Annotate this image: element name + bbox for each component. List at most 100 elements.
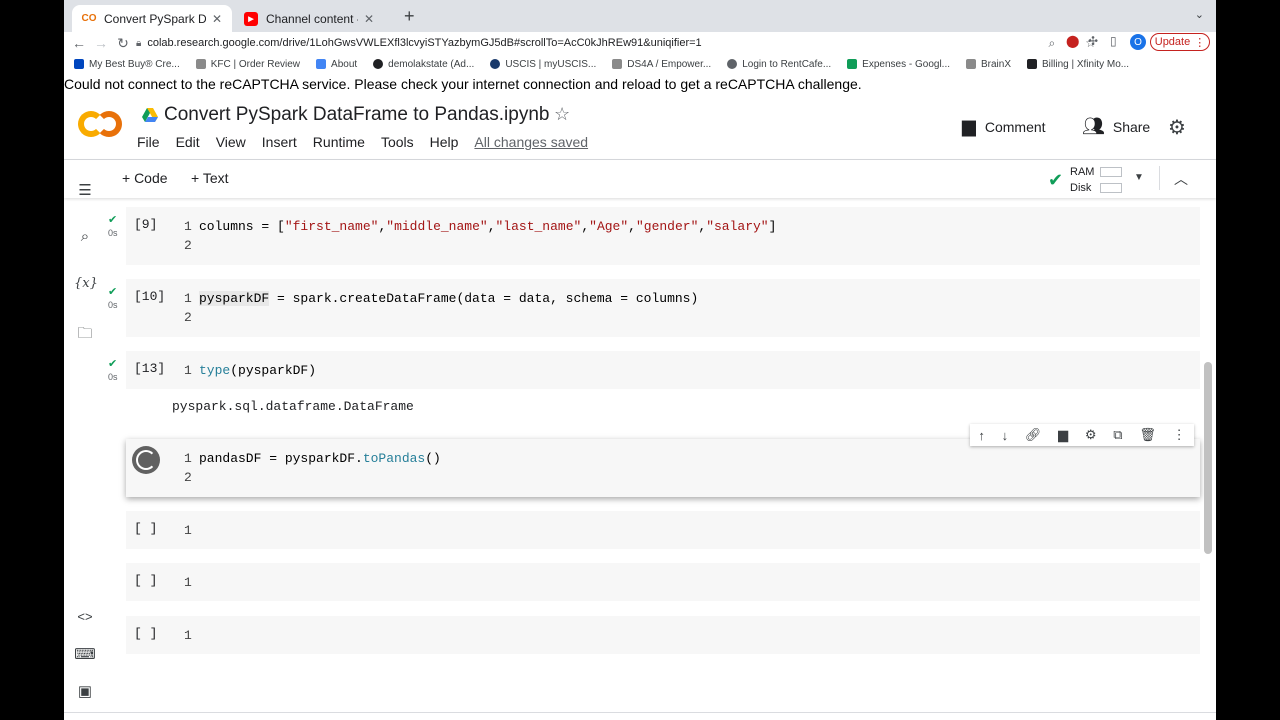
connected-check-icon[interactable]: ✔ bbox=[1048, 170, 1063, 191]
execution-count[interactable]: [13] bbox=[134, 361, 165, 376]
code-token: pysparkDF bbox=[199, 291, 270, 306]
reload-icon[interactable]: ↻ bbox=[112, 35, 134, 52]
terminal-icon[interactable]: ▣ bbox=[74, 682, 96, 700]
zoom-icon[interactable]: ⌕ bbox=[1048, 36, 1055, 51]
bookmark-label: demolakstate (Ad... bbox=[388, 58, 475, 70]
scrollbar[interactable] bbox=[1204, 362, 1212, 554]
notebook-title[interactable]: Convert PySpark DataFrame to Pandas.ipyn… bbox=[164, 104, 549, 126]
divider bbox=[64, 712, 1216, 713]
add-text-button[interactable]: + Text bbox=[191, 170, 229, 186]
code-cell[interactable]: [ ] 1 bbox=[126, 563, 1200, 601]
new-tab-icon[interactable]: + bbox=[404, 6, 415, 27]
bookmark-item[interactable]: USCIS | myUSCIS... bbox=[490, 59, 596, 70]
forward-icon[interactable]: → bbox=[90, 35, 112, 51]
gear-icon[interactable]: ⚙ bbox=[1085, 427, 1097, 443]
save-status[interactable]: All changes saved bbox=[474, 134, 588, 150]
bookmark-item[interactable]: DS4A / Empower... bbox=[612, 59, 711, 70]
line-number: 1 bbox=[184, 291, 192, 306]
variables-icon[interactable]: {x} bbox=[74, 276, 98, 291]
profile-avatar[interactable]: O bbox=[1130, 34, 1146, 50]
move-up-icon[interactable]: ↑ bbox=[978, 428, 985, 443]
line-number: 1 bbox=[184, 628, 192, 643]
comment-button[interactable]: ▆ Comment bbox=[962, 116, 1046, 137]
execution-count[interactable]: [ ] bbox=[134, 573, 157, 588]
mirror-cell-icon[interactable]: ⧉ bbox=[1113, 427, 1122, 443]
share-button[interactable]: 👥︎ Share bbox=[1082, 116, 1150, 137]
update-button[interactable]: Update ⋮ bbox=[1150, 33, 1210, 51]
bookmark-label: USCIS | myUSCIS... bbox=[505, 58, 597, 70]
close-tab-icon[interactable]: ✕ bbox=[212, 12, 222, 26]
star-icon[interactable]: ☆ bbox=[554, 104, 570, 125]
more-icon[interactable]: ⋮ bbox=[1173, 427, 1186, 443]
puzzle-icon[interactable]: ✣ bbox=[1088, 34, 1098, 48]
code-cell[interactable]: ✔ 0s [13] 1 type(pysparkDF) bbox=[108, 351, 1200, 389]
comment-icon[interactable]: ▆ bbox=[1058, 427, 1068, 443]
delete-icon[interactable]: 🗑︎ bbox=[1139, 427, 1156, 443]
bookmark-item[interactable]: Billing | Xfinity Mo... bbox=[1027, 59, 1129, 70]
check-icon: ✔ bbox=[108, 358, 118, 370]
execution-count[interactable]: [ ] bbox=[134, 521, 157, 536]
code-token: = spark.createDataFrame(data = data, sch… bbox=[269, 291, 699, 306]
search-icon[interactable]: ⌕ bbox=[74, 228, 96, 245]
code-editor[interactable]: pysparkDF = spark.createDataFrame(data =… bbox=[199, 289, 698, 308]
address-bar[interactable]: 🔒︎ colab.research.google.com/drive/1LohG… bbox=[136, 34, 1096, 52]
chevron-up-icon[interactable]: ︿ bbox=[1174, 169, 1188, 189]
running-spinner-icon[interactable] bbox=[132, 446, 160, 474]
back-icon[interactable]: ← bbox=[68, 35, 90, 51]
code-cell[interactable]: ✔ 0s [10] 12 pysparkDF = spark.createData… bbox=[108, 279, 1200, 337]
left-sidebar: ☰ ⌕ {x} 🗀 <> ⌨ ▣ bbox=[64, 182, 108, 720]
run-status: ✔ 0s bbox=[108, 286, 118, 311]
browser-tab-active[interactable]: CO Convert PySpark DataFrame to ✕ bbox=[72, 5, 232, 32]
close-tab-icon[interactable]: ✕ bbox=[364, 12, 374, 26]
browser-tab[interactable]: ▶ Channel content - YouTube Stu ✕ bbox=[234, 5, 384, 32]
menu-edit[interactable]: Edit bbox=[176, 134, 200, 150]
google-drive-icon[interactable] bbox=[142, 107, 158, 123]
divider bbox=[1159, 166, 1160, 190]
menu-bar: File Edit View Insert Runtime Tools Help… bbox=[137, 134, 604, 150]
comment-label: Comment bbox=[984, 118, 1046, 135]
tab-search-chevron-icon[interactable]: ⌄ bbox=[1195, 8, 1204, 21]
bookmark-item[interactable]: BrainX bbox=[966, 59, 1011, 70]
code-snippets-icon[interactable]: <> bbox=[74, 609, 96, 624]
code-cell[interactable]: [ ] 1 bbox=[126, 511, 1200, 549]
code-function: toPandas bbox=[362, 451, 426, 466]
lock-icon[interactable]: 🔒︎ bbox=[136, 38, 141, 49]
bookmark-item[interactable]: Expenses - Googl... bbox=[847, 59, 950, 70]
sidepanel-icon[interactable]: ▯ bbox=[1110, 34, 1117, 48]
menu-help[interactable]: Help bbox=[430, 134, 459, 150]
code-editor[interactable]: columns = ["first_name","middle_name","l… bbox=[199, 217, 776, 236]
execution-count[interactable]: [10] bbox=[134, 289, 165, 304]
code-cell[interactable]: ✔ 0s [9] 12 columns = ["first_name","midd… bbox=[108, 207, 1200, 265]
caret-down-icon[interactable]: ▼ bbox=[1134, 172, 1144, 183]
code-cell[interactable]: [ ] 1 bbox=[126, 616, 1200, 654]
extension-icon[interactable]: ⬤ bbox=[1066, 34, 1079, 48]
bookmark-item[interactable]: Login to RentCafe... bbox=[727, 59, 831, 70]
add-code-button[interactable]: + Code bbox=[122, 170, 168, 186]
bookmark-item[interactable]: About bbox=[316, 59, 357, 70]
check-icon: ✔ bbox=[108, 286, 118, 298]
move-down-icon[interactable]: ↓ bbox=[1002, 428, 1009, 443]
toc-icon[interactable]: ☰ bbox=[74, 181, 96, 199]
menu-file[interactable]: File bbox=[137, 134, 160, 150]
bookmark-label: My Best Buy® Cre... bbox=[89, 58, 180, 70]
bookmark-item[interactable]: KFC | Order Review bbox=[195, 59, 300, 70]
execution-count[interactable]: [9] bbox=[134, 217, 157, 232]
xfinity-icon bbox=[1027, 59, 1038, 69]
code-editor[interactable]: pandasDF = pysparkDF.toPandas() bbox=[199, 449, 441, 468]
folder-icon[interactable]: 🗀 bbox=[74, 323, 96, 348]
menu-view[interactable]: View bbox=[216, 134, 246, 150]
tab-title: Channel content - YouTube Stu bbox=[266, 11, 358, 26]
colab-logo[interactable] bbox=[78, 108, 122, 140]
command-palette-icon[interactable]: ⌨ bbox=[74, 645, 96, 663]
code-cell-active[interactable]: 12 pandasDF = pysparkDF.toPandas() bbox=[126, 439, 1200, 497]
gear-icon[interactable]: ⚙ bbox=[1168, 115, 1186, 140]
bookmark-item[interactable]: demolakstate (Ad... bbox=[373, 59, 474, 70]
link-icon[interactable]: 🔗︎ bbox=[1025, 427, 1042, 443]
menu-runtime[interactable]: Runtime bbox=[313, 134, 365, 150]
execution-count[interactable]: [ ] bbox=[134, 626, 157, 641]
resource-labels[interactable]: RAM Disk bbox=[1070, 164, 1094, 196]
bookmark-item[interactable]: My Best Buy® Cre... bbox=[74, 59, 180, 70]
code-editor[interactable]: type(pysparkDF) bbox=[199, 361, 316, 380]
menu-insert[interactable]: Insert bbox=[262, 134, 297, 150]
menu-tools[interactable]: Tools bbox=[381, 134, 414, 150]
